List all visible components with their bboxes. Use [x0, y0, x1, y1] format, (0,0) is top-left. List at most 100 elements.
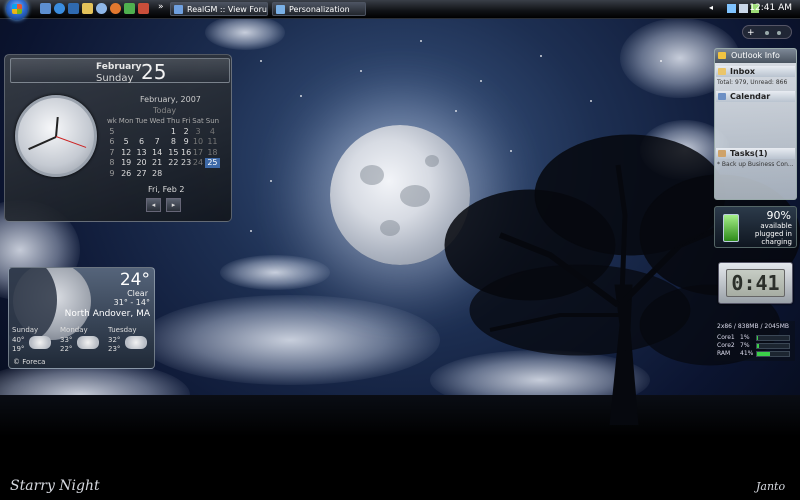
- forecast-low: 19°: [12, 345, 25, 353]
- weather-provider[interactable]: © Foreca: [13, 358, 45, 366]
- calendar-day-cell[interactable]: 27: [135, 168, 149, 179]
- forecast-high: 33°: [60, 336, 73, 344]
- taskbar-window-label: RealGM :: View Foru...: [187, 5, 268, 14]
- calendar-day-cell[interactable]: 9: [181, 137, 191, 148]
- volume-icon[interactable]: [739, 4, 748, 13]
- star: [260, 60, 262, 62]
- cpu-meter-fill: [757, 352, 771, 356]
- calendar-day-cell[interactable]: [166, 168, 181, 179]
- forecast-high: 40°: [12, 336, 25, 344]
- calendar-day-cell[interactable]: 7: [149, 137, 166, 148]
- ie-icon[interactable]: [54, 3, 65, 14]
- battery-icon: [723, 214, 739, 242]
- calendar-day-cell[interactable]: 13: [135, 147, 149, 158]
- calendar-day-cell[interactable]: 22: [166, 158, 181, 169]
- firefox-icon[interactable]: [110, 3, 121, 14]
- calendar-day-cell[interactable]: [205, 168, 220, 179]
- sidebar-nav-icon[interactable]: [765, 31, 769, 35]
- calendar-day-cell[interactable]: 12: [118, 147, 135, 158]
- calendar-col-header: Wed: [149, 117, 165, 125]
- star: [455, 110, 457, 112]
- tools-icon[interactable]: [138, 3, 149, 14]
- outlook-calendar-label: Calendar: [730, 92, 771, 101]
- calendar-col-header: Sun: [205, 117, 220, 125]
- calendar-day-cell[interactable]: 4: [205, 126, 220, 137]
- sidebar-add-gadget-button[interactable]: +: [742, 25, 792, 39]
- calendar-day-cell[interactable]: 2: [181, 126, 191, 137]
- calendar-next-button[interactable]: ▸: [166, 198, 181, 212]
- outlook-calendar-section[interactable]: Calendar: [716, 91, 795, 102]
- calendar-day-cell[interactable]: 28: [149, 168, 166, 179]
- calendar-today-link[interactable]: Today: [153, 106, 176, 115]
- calendar-week-row: 8 19 20 21 22 23 24 25: [106, 157, 221, 169]
- calendar-day-cell[interactable]: 1: [166, 126, 181, 137]
- media-icon[interactable]: [68, 3, 79, 14]
- calendar-day-cell[interactable]: [135, 126, 149, 137]
- calendar-day-cell[interactable]: 17: [191, 147, 204, 158]
- calendar-day-cell[interactable]: 15: [166, 147, 181, 158]
- star: [270, 180, 272, 182]
- quicklaunch-overflow[interactable]: »: [158, 2, 164, 12]
- taskbar-window-realgm[interactable]: RealGM :: View Foru...: [170, 2, 268, 16]
- messenger-icon[interactable]: [124, 3, 135, 14]
- forecast-day-name: Tuesday: [108, 326, 137, 334]
- clock-calendar-gadget[interactable]: February Sunday 25 February, 2007 Today …: [4, 54, 232, 222]
- calendar-day-cell[interactable]: 11: [205, 137, 220, 148]
- taskbar: » RealGM :: View Foru... Personalization…: [0, 0, 800, 20]
- calendar-day-cell[interactable]: [118, 126, 135, 137]
- calendar-day-cell[interactable]: 3: [191, 126, 204, 137]
- calendar-day-cell[interactable]: 20: [135, 158, 149, 169]
- calendar-day-cell[interactable]: [191, 168, 204, 179]
- battery-gadget[interactable]: 90% available plugged in charging: [714, 206, 797, 248]
- calendar-day-cell[interactable]: [181, 168, 191, 179]
- calendar-week-number: 8: [109, 158, 115, 168]
- calendar-day-cell[interactable]: 18: [205, 147, 220, 158]
- calendar-day-cell[interactable]: 25: [204, 157, 221, 168]
- forecast-day: Tuesday 32° 23°: [108, 326, 154, 353]
- show-desktop-icon[interactable]: [40, 3, 51, 14]
- calendar-day-cell[interactable]: [149, 126, 166, 137]
- calendar-week-number: 7: [109, 147, 115, 157]
- wallpaper-title: Starry Night: [10, 478, 100, 494]
- calendar-day-cell[interactable]: 21: [149, 158, 166, 169]
- calendar-day-cell[interactable]: 8: [166, 137, 181, 148]
- calendar-day-cell[interactable]: 19: [118, 158, 135, 169]
- calendar-day-cell[interactable]: 24: [191, 158, 204, 169]
- calendar-day-cell[interactable]: 10: [191, 137, 204, 148]
- calendar-table: wk Mon Tue Wed Thu Fri Sat Sun 512346567…: [106, 116, 221, 179]
- star: [660, 60, 662, 62]
- start-button[interactable]: [6, 0, 28, 20]
- taskbar-clock[interactable]: 12:41 AM: [749, 3, 792, 13]
- taskbar-window-personalization[interactable]: Personalization: [272, 2, 366, 16]
- cloud-icon: [29, 336, 51, 349]
- weather-condition: Clear: [127, 289, 148, 298]
- control-panel-icon: [276, 5, 285, 14]
- clock-second-hand: [55, 136, 87, 148]
- calendar-day-cell[interactable]: 23: [181, 158, 191, 169]
- calendar-day-cell[interactable]: 5: [118, 137, 135, 148]
- cpu-meter-bar: [756, 343, 790, 349]
- calendar-day-cell[interactable]: 16: [181, 147, 191, 158]
- cpu-meter-label: Core2: [717, 342, 735, 349]
- star: [480, 80, 482, 82]
- calendar-weekday: Sunday: [96, 73, 134, 84]
- folder-icon[interactable]: [82, 3, 93, 14]
- weather-location: North Andover, MA: [64, 309, 150, 319]
- search-icon[interactable]: [96, 3, 107, 14]
- battery-status-plugged: plugged in: [754, 230, 792, 238]
- outlook-task-item[interactable]: * Back up Business Con...: [717, 161, 795, 168]
- calendar-day-cell[interactable]: 6: [135, 137, 149, 148]
- outlook-inbox-section[interactable]: Inbox: [716, 66, 795, 77]
- calendar-day-cell[interactable]: 14: [149, 147, 166, 158]
- calendar-prev-button[interactable]: ◂: [146, 198, 161, 212]
- tray-expand-icon[interactable]: ◂: [709, 3, 713, 12]
- digital-clock-gadget[interactable]: 0:41: [718, 262, 793, 304]
- weather-gadget[interactable]: 24° Clear 31° - 14° North Andover, MA Su…: [8, 267, 155, 369]
- outlook-info-gadget[interactable]: Outlook Info Inbox Total: 979, Unread: 8…: [714, 48, 797, 200]
- network-icon[interactable]: [727, 4, 736, 13]
- calendar-day-cell[interactable]: 26: [118, 168, 135, 179]
- calendar-month: February: [96, 62, 142, 72]
- cpu-meter-gadget[interactable]: 2x86 / 838MB / 2045MB Core1 1% Core2 7% …: [714, 321, 795, 361]
- sidebar-nav-icon[interactable]: [777, 31, 781, 35]
- outlook-tasks-section[interactable]: Tasks(1): [716, 148, 795, 159]
